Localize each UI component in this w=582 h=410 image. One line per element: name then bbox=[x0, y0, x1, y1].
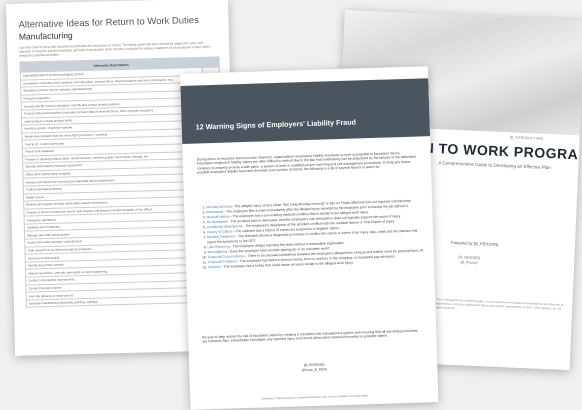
document-title: Alternative Ideas for Return to Work Dut… bbox=[18, 14, 200, 31]
contact-block: {B_HEADER} {B_Phone} bbox=[458, 255, 480, 266]
signature-phone: {Phone_B_PER} bbox=[301, 367, 327, 373]
table-header-checkbox bbox=[201, 56, 220, 68]
document-title: 12 Warning Signs of Employers' Liability… bbox=[195, 117, 357, 132]
signature-block: {B_PERSON} {Phone_B_PER} bbox=[284, 362, 344, 374]
list-item-term: Monday Morning bbox=[206, 204, 232, 210]
list-item-term: Medical History bbox=[206, 214, 230, 220]
document-subtitle: A Comprehensive Guide to Developing an E… bbox=[438, 160, 551, 171]
list-item-term: No Witnesses bbox=[206, 219, 228, 225]
document-subtitle: Manufacturing bbox=[18, 30, 73, 42]
prepared-by: Prepared by {B_PERSON} bbox=[450, 239, 499, 247]
document-footer: This is designed to be a general guide. … bbox=[436, 297, 564, 311]
title-banner: 12 Warning Signs of Employers' Liability… bbox=[180, 78, 431, 144]
document-tag: {B_INTRODUCTION} bbox=[509, 135, 544, 141]
document-disclaimer: Disclaimer: This document is for general… bbox=[261, 394, 369, 401]
warning-signs-list: Monday Morning - The alleged injury occu… bbox=[198, 198, 424, 270]
list-item-term: Hobbies bbox=[208, 264, 221, 270]
list-item-term: Late Reporting bbox=[207, 244, 230, 250]
document-intro: Use this chart of bona fide transitional… bbox=[19, 40, 211, 58]
document-intro: During times of recession and economic d… bbox=[196, 151, 416, 175]
contact-line: {B_Phone} bbox=[460, 260, 478, 266]
list-item-term: History of Claims bbox=[206, 229, 233, 235]
document-warning-signs: 12 Warning Signs of Employers' Liability… bbox=[180, 66, 439, 410]
list-item-term: Moonlighting bbox=[207, 249, 227, 255]
document-closing: Be sure to help reduce the risk of fraud… bbox=[202, 328, 418, 344]
list-item-term: Reluctance bbox=[206, 209, 224, 215]
